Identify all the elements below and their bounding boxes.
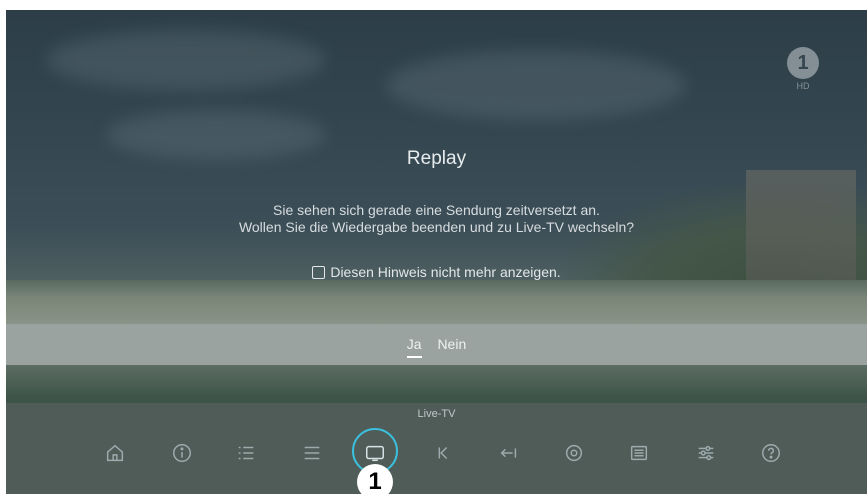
bottom-menu-bar: Live-TV 1 (6, 403, 867, 494)
hd-label: HD (796, 81, 810, 91)
record-icon[interactable] (561, 440, 587, 466)
help-icon[interactable] (758, 440, 784, 466)
back-to-start-icon[interactable] (496, 440, 522, 466)
tv-screen: 1 HD Replay Sie sehen sich gerade eine S… (6, 10, 867, 494)
checkbox[interactable] (312, 266, 326, 279)
background-shore (6, 280, 867, 325)
guide-icon[interactable] (626, 440, 652, 466)
skip-back-icon[interactable] (430, 440, 456, 466)
channel-logo: 1 HD (785, 47, 821, 93)
list-icon[interactable] (233, 440, 259, 466)
settings-icon[interactable] (693, 440, 719, 466)
live-tv-icon[interactable] (362, 440, 388, 466)
dont-show-again-option[interactable]: Diesen Hinweis nicht mehr anzeigen. (6, 264, 867, 280)
dialog-message: Sie sehen sich gerade eine Sendung zeitv… (6, 202, 867, 236)
checkbox-label: Diesen Hinweis nicht mehr anzeigen. (330, 264, 561, 280)
info-icon[interactable] (169, 440, 195, 466)
channel-logo-mark: 1 (787, 47, 819, 79)
menu-icon[interactable] (299, 440, 325, 466)
yes-button[interactable]: Ja (406, 336, 422, 358)
home-icon[interactable] (102, 440, 128, 466)
dialog-button-bar: Ja Nein (6, 324, 867, 365)
dialog-title: Replay (406, 148, 467, 169)
background-cloud (46, 30, 326, 90)
dialog-message-line-2: Wollen Sie die Wiedergabe beenden und zu… (238, 219, 635, 235)
background-cloud (386, 50, 686, 120)
no-button[interactable]: Nein (437, 336, 466, 352)
dialog-message-line-1: Sie sehen sich gerade eine Sendung zeitv… (273, 202, 600, 218)
step-number-badge: 1 (357, 464, 393, 494)
focused-menu-label: Live-TV (417, 408, 456, 420)
